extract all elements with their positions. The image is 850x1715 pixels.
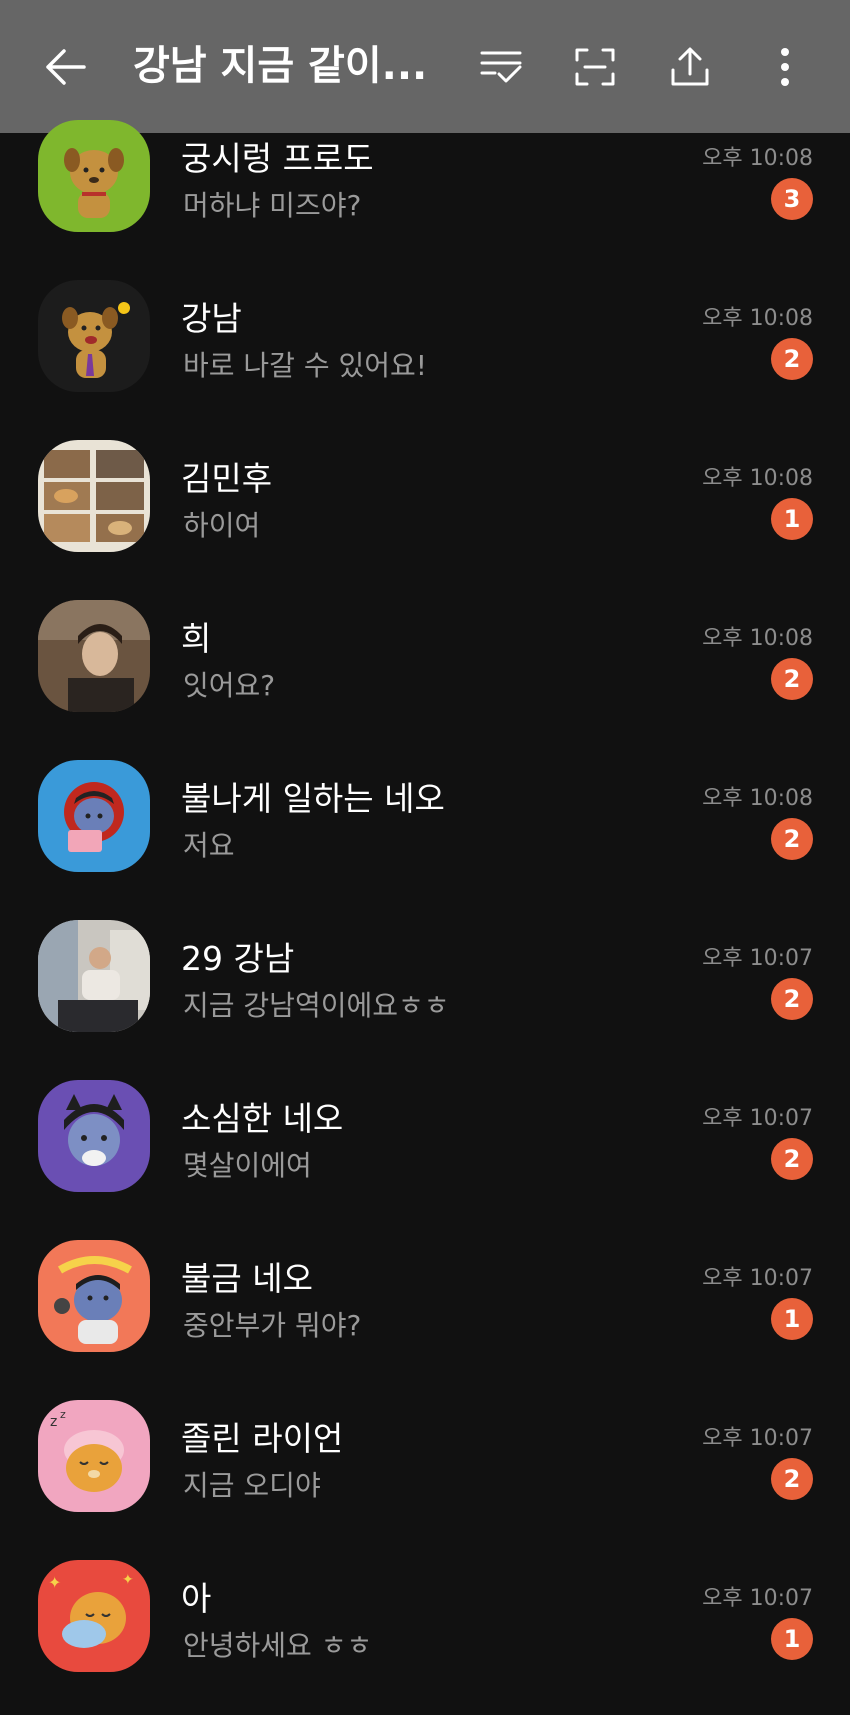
chat-name: 아 — [181, 1579, 212, 1618]
svg-text:✦: ✦ — [122, 1572, 134, 1588]
back-button[interactable] — [30, 0, 100, 133]
read-filter-button[interactable] — [466, 0, 536, 133]
share-upload-icon — [671, 47, 709, 85]
share-button[interactable] — [655, 0, 725, 133]
neo-friday-avatar-icon — [38, 1240, 150, 1352]
chat-name: 소심한 네오 — [181, 1099, 344, 1138]
chat-time: 오후 10:08 — [702, 626, 813, 651]
avatar — [38, 120, 150, 232]
chat-row[interactable]: 김민후 하이여 오후 10:08 1 — [0, 440, 850, 600]
chat-preview: 안녕하세요 ㅎㅎ — [183, 1629, 373, 1662]
chat-name: 궁시렁 프로도 — [181, 139, 374, 178]
chat-preview: 몇살이에여 — [183, 1149, 312, 1182]
chat-row[interactable]: 29 강남 지금 강남역이에요ㅎㅎ 오후 10:07 2 — [0, 920, 850, 1080]
unread-badge: 1 — [771, 498, 813, 540]
food-photo-avatar-icon — [38, 440, 150, 552]
chat-row[interactable]: 소심한 네오 몇살이에여 오후 10:07 2 — [0, 1080, 850, 1240]
ryan-sleepy-avatar-icon: z z — [38, 1400, 150, 1512]
unread-badge: 2 — [771, 818, 813, 860]
avatar — [38, 920, 150, 1032]
chat-preview: 저요 — [183, 829, 235, 862]
chat-preview: 잇어요? — [183, 669, 276, 702]
chat-time: 오후 10:08 — [702, 466, 813, 491]
chat-name: 희 — [181, 619, 212, 658]
chat-time: 오후 10:07 — [702, 1266, 813, 1291]
unread-badge: 2 — [771, 338, 813, 380]
chat-name: 김민후 — [181, 459, 273, 498]
read-filter-icon — [480, 51, 522, 82]
avatar — [38, 280, 150, 392]
unread-badge: 1 — [771, 1618, 813, 1660]
capture-frame-icon — [575, 48, 615, 85]
chat-row[interactable]: z z 졸린 라이언 지금 오디야 오후 10:07 2 — [0, 1400, 850, 1560]
capture-button[interactable] — [560, 0, 630, 133]
chat-row[interactable]: 강남 바로 나갈 수 있어요! 오후 10:08 2 — [0, 280, 850, 440]
chat-row[interactable]: 희 잇어요? 오후 10:08 2 — [0, 600, 850, 760]
unread-badge: 2 — [771, 658, 813, 700]
chat-preview: 바로 나갈 수 있어요! — [183, 349, 428, 382]
neo-cat-avatar-icon — [38, 1080, 150, 1192]
chat-preview: 하이여 — [183, 509, 261, 542]
chat-list-screen: 강남 지금 같이... 궁시렁 프로도 머하냐 미즈야? 오후 10:08 3 … — [0, 0, 850, 1715]
chat-row[interactable]: 불금 네오 중안부가 뭐야? 오후 10:07 1 — [0, 1240, 850, 1400]
more-vertical-icon — [781, 47, 789, 86]
chat-time: 오후 10:08 — [702, 146, 813, 171]
ryan-hug-avatar-icon: ✦ ✦ — [38, 1560, 150, 1672]
avatar — [38, 1080, 150, 1192]
chat-name: 불나게 일하는 네오 — [181, 779, 445, 818]
unread-badge: 2 — [771, 1138, 813, 1180]
unread-badge: 1 — [771, 1298, 813, 1340]
chat-room-title: 강남 지금 같이... — [133, 43, 428, 89]
avatar — [38, 760, 150, 872]
person-photo-avatar-icon — [38, 600, 150, 712]
chat-time: 오후 10:07 — [702, 946, 813, 971]
frodo-dog-avatar-icon — [38, 280, 150, 392]
svg-text:✦: ✦ — [48, 1573, 61, 1592]
avatar: z z — [38, 1400, 150, 1512]
chat-name: 불금 네오 — [181, 1259, 313, 1298]
chat-row[interactable]: 궁시렁 프로도 머하냐 미즈야? 오후 10:08 3 — [0, 120, 850, 280]
chat-preview: 중안부가 뭐야? — [183, 1309, 362, 1342]
chat-row[interactable]: ✦ ✦ 아 안녕하세요 ㅎㅎ 오후 10:07 1 — [0, 1560, 850, 1715]
chat-time: 오후 10:07 — [702, 1426, 813, 1451]
chat-time: 오후 10:07 — [702, 1106, 813, 1131]
chat-time: 오후 10:08 — [702, 306, 813, 331]
chat-preview: 지금 강남역이에요ㅎㅎ — [183, 989, 450, 1022]
avatar — [38, 600, 150, 712]
unread-badge: 2 — [771, 1458, 813, 1500]
chat-preview: 지금 오디야 — [183, 1469, 321, 1502]
chat-time: 오후 10:07 — [702, 1586, 813, 1611]
person-sitting-photo-avatar-icon — [38, 920, 150, 1032]
svg-text:z: z — [50, 1414, 57, 1430]
svg-text:z: z — [60, 1408, 66, 1421]
top-app-bar: 강남 지금 같이... — [0, 0, 850, 133]
chat-name: 29 강남 — [181, 939, 295, 978]
avatar — [38, 440, 150, 552]
unread-badge: 3 — [771, 178, 813, 220]
chat-time: 오후 10:08 — [702, 786, 813, 811]
more-options-button[interactable] — [750, 0, 820, 133]
neo-cat-avatar-icon — [38, 760, 150, 872]
frodo-dog-avatar-icon — [38, 120, 150, 232]
chat-row[interactable]: 불나게 일하는 네오 저요 오후 10:08 2 — [0, 760, 850, 920]
unread-badge: 2 — [771, 978, 813, 1020]
avatar: ✦ ✦ — [38, 1560, 150, 1672]
chat-name: 졸린 라이언 — [181, 1419, 344, 1458]
avatar — [38, 1240, 150, 1352]
arrow-left-icon — [46, 48, 86, 85]
chat-name: 강남 — [181, 299, 242, 338]
chat-preview: 머하냐 미즈야? — [183, 189, 362, 222]
